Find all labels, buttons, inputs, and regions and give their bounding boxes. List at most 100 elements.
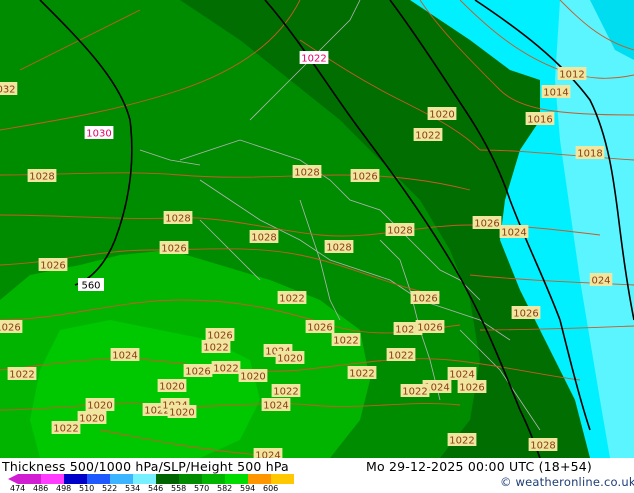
scale-label: 510 [79, 484, 95, 493]
pressure-label: 1020 [427, 107, 457, 121]
pressure-label: 1020 [275, 351, 305, 365]
pressure-label: 1022 [386, 348, 416, 362]
scale-swatch [110, 474, 133, 484]
pressure-label-text: 1028 [387, 226, 412, 237]
scale-label: 582 [217, 484, 233, 493]
pressure-label-text: 1028 [29, 172, 54, 183]
map-datetime: Mo 29-12-2025 00:00 UTC (18+54) [366, 459, 593, 474]
pressure-label-text: 032 [0, 85, 16, 96]
pressure-label-text: 1020 [169, 408, 194, 419]
scale-arrow-left [8, 474, 18, 484]
pressure-label-text: 1024 [112, 351, 137, 362]
pressure-label-text: 1026 [161, 244, 186, 255]
pressure-label: 1028 [385, 223, 415, 237]
scale-label: 534 [125, 484, 141, 493]
pressure-label: 1026 [457, 380, 487, 394]
pressure-label: 1028 [292, 165, 322, 179]
pressure-label: 1026 [410, 291, 440, 305]
pressure-label: 1022 [347, 366, 377, 380]
pressure-label: 1024 [447, 367, 477, 381]
pressure-label: 1022 [201, 340, 231, 354]
scale-label: 606 [263, 484, 279, 493]
pressure-label: 1026 [205, 328, 235, 342]
pressure-label-text: 024 [591, 276, 610, 287]
pressure-label-text: 1026 [40, 261, 65, 272]
pressure-label: 1024 [110, 348, 140, 362]
pressure-label: 1018 [575, 146, 605, 160]
pressure-label-text: 1016 [527, 115, 552, 126]
pressure-label: 1022 [331, 333, 361, 347]
scale-swatch [225, 474, 248, 484]
scale-label: 570 [194, 484, 210, 493]
pressure-label-text: 1024 [501, 228, 526, 239]
pressure-label: 1016 [525, 112, 555, 126]
pressure-label: 1026 [511, 306, 541, 320]
pressure-label: 1020 [85, 398, 115, 412]
pressure-label-text: 1022 [53, 424, 78, 435]
pressure-label-text: 1022 [415, 131, 440, 142]
scale-label: 546 [148, 484, 164, 493]
scale-swatch [18, 474, 41, 484]
pressure-label-text: 1024 [263, 401, 288, 412]
pressure-label: 1026 [38, 258, 68, 272]
scale-label: 474 [10, 484, 26, 493]
pressure-label-text: 1020 [240, 372, 265, 383]
map-title: Thickness 500/1000 hPa/SLP/Height 500 hP… [2, 459, 289, 474]
pressure-label-text: 1014 [543, 88, 568, 99]
pressure-label-text: 1028 [326, 243, 351, 254]
credit-link[interactable]: © weatheronline.co.uk [500, 475, 634, 489]
scale-swatch [156, 474, 179, 484]
scale-label: 594 [240, 484, 256, 493]
scale-label: 558 [171, 484, 187, 493]
pressure-label-text: 1022 [301, 54, 326, 65]
pressure-label: 1022 [400, 384, 430, 398]
pressure-label-text: 1028 [165, 214, 190, 225]
height-label-text: 560 [81, 281, 100, 292]
pressure-label-text: 1026 [307, 323, 332, 334]
pressure-label-text: 1024 [449, 370, 474, 381]
pressure-label-text: 1022 [333, 336, 358, 347]
scale-label: 486 [33, 484, 49, 493]
pressure-label: 1024 [253, 448, 283, 458]
weather-map: 1022 1012 1014 032 1030 1020 1016 1022 1018 1028 1… [0, 0, 634, 458]
pressure-label-text: 1018 [577, 149, 602, 160]
pressure-label-text: 1020 [429, 110, 454, 121]
height-label: 560 [78, 278, 104, 292]
pressure-label: 1026 [305, 320, 335, 334]
pressure-label: 1026 [415, 320, 445, 334]
pressure-label: 1020 [167, 405, 197, 419]
pressure-label: 1020 [238, 369, 268, 383]
pressure-label-text: 1020 [79, 414, 104, 425]
pressure-label-text: 1026 [0, 323, 21, 334]
scale-label: 498 [56, 484, 72, 493]
pressure-label: 1020 [77, 411, 107, 425]
pressure-label: 1028 [324, 240, 354, 254]
scale-swatch [64, 474, 87, 484]
pressure-label: 1026 [183, 364, 213, 378]
scale-swatch [202, 474, 225, 484]
pressure-label: 1020 [157, 379, 187, 393]
pressure-label: 1026 [350, 169, 380, 183]
pressure-label-text: 1022 [349, 369, 374, 380]
scale-swatch [133, 474, 156, 484]
pressure-label: 1024 [499, 225, 529, 239]
pressure-label-text: 1026 [513, 309, 538, 320]
pressure-label-text: 1022 [273, 387, 298, 398]
pressure-label: 1022 [413, 128, 443, 142]
pressure-label: 1028 [528, 438, 558, 452]
pressure-label-text: 1022 [449, 436, 474, 447]
scale-swatch [179, 474, 202, 484]
pressure-label-text: 1026 [459, 383, 484, 394]
pressure-label: 1012 [557, 67, 587, 81]
scale-swatch [248, 474, 271, 484]
pressure-label-text: 1020 [277, 354, 302, 365]
pressure-label-text: 1026 [352, 172, 377, 183]
scale-swatch [271, 474, 294, 484]
pressure-label-text: 1022 [388, 351, 413, 362]
map-footer: Thickness 500/1000 hPa/SLP/Height 500 hP… [0, 458, 634, 493]
pressure-label-text: 1028 [251, 233, 276, 244]
pressure-label-text: 1022 [402, 387, 427, 398]
pressure-label-text: 1020 [159, 382, 184, 393]
pressure-label: 024 [589, 273, 613, 287]
pressure-label-text: 1026 [207, 331, 232, 342]
